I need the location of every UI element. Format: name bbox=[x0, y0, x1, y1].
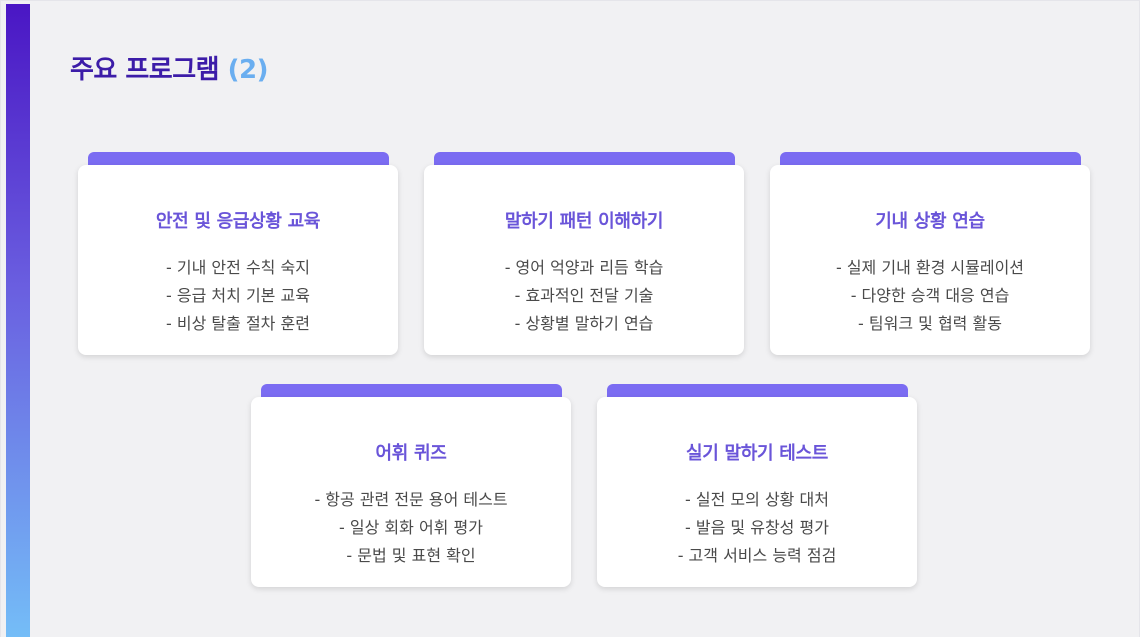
accent-bar bbox=[6, 4, 30, 637]
program-card-vocabulary-quiz: 어휘 퀴즈 - 항공 관련 전문 용어 테스트 - 일상 회화 어휘 평가 - … bbox=[251, 384, 571, 587]
program-card-safety: 안전 및 응급상황 교육 - 기내 안전 수칙 숙지 - 응급 처치 기본 교육… bbox=[78, 152, 398, 355]
slide-title: 주요 프로그램 (2) bbox=[70, 52, 269, 88]
card-body: 어휘 퀴즈 - 항공 관련 전문 용어 테스트 - 일상 회화 어휘 평가 - … bbox=[251, 397, 571, 587]
list-item: - 비상 탈출 절차 훈련 bbox=[166, 314, 310, 333]
list-item: - 문법 및 표현 확인 bbox=[346, 546, 476, 565]
list-item: - 다양한 승객 대응 연습 bbox=[850, 286, 1010, 305]
card-body: 안전 및 응급상황 교육 - 기내 안전 수칙 숙지 - 응급 처치 기본 교육… bbox=[78, 165, 398, 355]
slide: 주요 프로그램 (2) 안전 및 응급상황 교육 - 기내 안전 수칙 숙지 -… bbox=[0, 0, 1140, 643]
card-title: 어휘 퀴즈 bbox=[375, 443, 447, 464]
list-item: - 고객 서비스 능력 점검 bbox=[677, 546, 837, 565]
list-item: - 실제 기내 환경 시뮬레이션 bbox=[835, 258, 1025, 277]
slide-bottom-edge bbox=[0, 637, 1140, 643]
card-item-list: - 실제 기내 환경 시뮬레이션 - 다양한 승객 대응 연습 - 팀워크 및 … bbox=[770, 254, 1090, 338]
slide-title-main: 주요 프로그램 bbox=[70, 55, 220, 85]
card-item-list: - 항공 관련 전문 용어 테스트 - 일상 회화 어휘 평가 - 문법 및 표… bbox=[251, 486, 571, 570]
list-item: - 영어 억양과 리듬 학습 bbox=[504, 258, 664, 277]
list-item: - 일상 회화 어휘 평가 bbox=[339, 518, 483, 537]
card-title: 실기 말하기 테스트 bbox=[685, 443, 828, 464]
card-title: 안전 및 응급상황 교육 bbox=[155, 211, 321, 232]
list-item: - 응급 처치 기본 교육 bbox=[166, 286, 310, 305]
list-item: - 상황별 말하기 연습 bbox=[514, 314, 654, 333]
list-item: - 효과적인 전달 기술 bbox=[514, 286, 654, 305]
card-body: 실기 말하기 테스트 - 실전 모의 상황 대처 - 발음 및 유창성 평가 -… bbox=[597, 397, 917, 587]
list-item: - 기내 안전 수칙 숙지 bbox=[166, 258, 310, 277]
list-item: - 팀워크 및 협력 활동 bbox=[858, 314, 1002, 333]
list-item: - 실전 모의 상황 대처 bbox=[685, 490, 829, 509]
program-card-cabin-practice: 기내 상황 연습 - 실제 기내 환경 시뮬레이션 - 다양한 승객 대응 연습… bbox=[770, 152, 1090, 355]
program-card-speaking-patterns: 말하기 패턴 이해하기 - 영어 억양과 리듬 학습 - 효과적인 전달 기술 … bbox=[424, 152, 744, 355]
card-item-list: - 실전 모의 상황 대처 - 발음 및 유창성 평가 - 고객 서비스 능력 … bbox=[597, 486, 917, 570]
card-title: 기내 상황 연습 bbox=[875, 211, 985, 232]
program-card-speaking-test: 실기 말하기 테스트 - 실전 모의 상황 대처 - 발음 및 유창성 평가 -… bbox=[597, 384, 917, 587]
list-item: - 발음 및 유창성 평가 bbox=[685, 518, 829, 537]
card-item-list: - 기내 안전 수칙 숙지 - 응급 처치 기본 교육 - 비상 탈출 절차 훈… bbox=[78, 254, 398, 338]
card-title: 말하기 패턴 이해하기 bbox=[504, 211, 664, 232]
slide-title-suffix: (2) bbox=[227, 55, 269, 85]
card-item-list: - 영어 억양과 리듬 학습 - 효과적인 전달 기술 - 상황별 말하기 연습 bbox=[424, 254, 744, 338]
list-item: - 항공 관련 전문 용어 테스트 bbox=[314, 490, 508, 509]
card-body: 말하기 패턴 이해하기 - 영어 억양과 리듬 학습 - 효과적인 전달 기술 … bbox=[424, 165, 744, 355]
card-body: 기내 상황 연습 - 실제 기내 환경 시뮬레이션 - 다양한 승객 대응 연습… bbox=[770, 165, 1090, 355]
